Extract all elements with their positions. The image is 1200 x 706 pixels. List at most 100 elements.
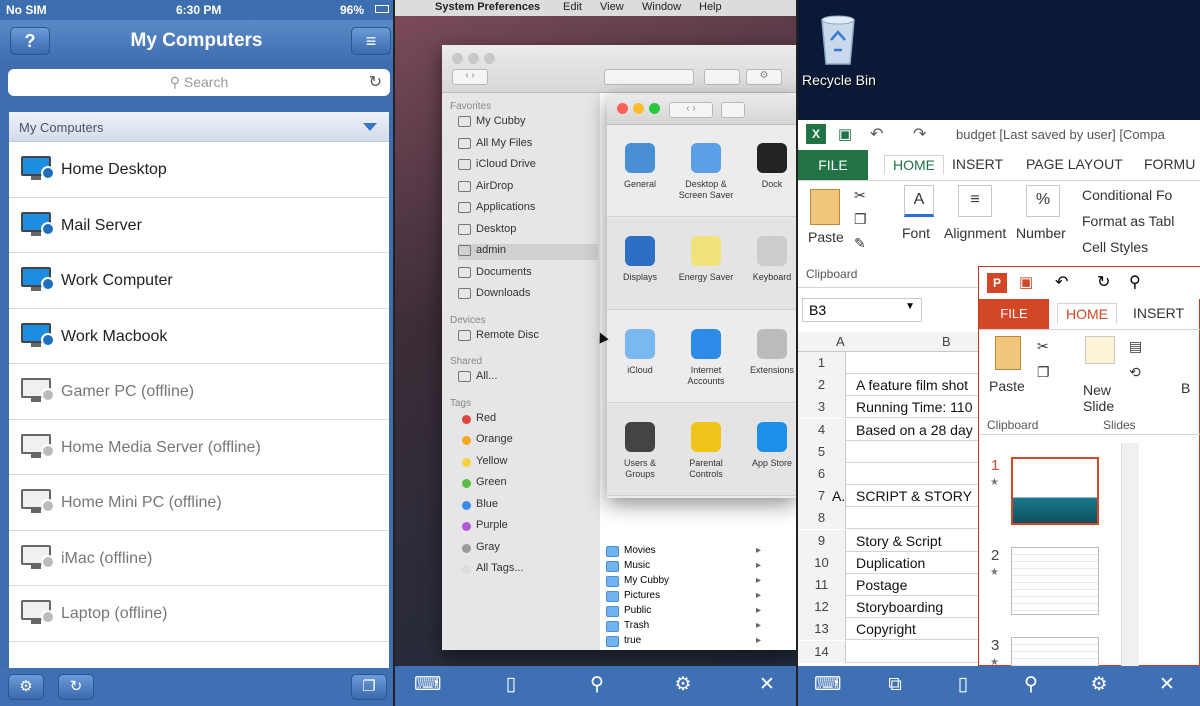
file-row[interactable]: Movies ▸ (606, 545, 761, 561)
sidebar-item[interactable]: All... (458, 370, 598, 386)
row-number[interactable]: 3 (798, 396, 846, 419)
tab-home[interactable]: HOME (884, 155, 944, 174)
sidebar-item[interactable]: My Cubby (458, 115, 598, 131)
computer-row[interactable]: Home Mini PC (offline) (9, 475, 389, 531)
sidebar-item[interactable]: Applications (458, 201, 598, 217)
collapse-icon[interactable] (363, 123, 377, 131)
bold-button[interactable]: B (1181, 380, 1190, 396)
pref-label[interactable]: Desktop & Screen Saver (676, 179, 736, 201)
format-painter-icon[interactable]: ✎ (854, 235, 866, 252)
sessions-button[interactable]: ❐ (351, 674, 387, 700)
settings-button[interactable]: ⚙ (8, 674, 44, 700)
sidebar-item[interactable]: Desktop (458, 223, 598, 239)
keyboard-icon[interactable]: ⌨ (814, 674, 841, 696)
column-header-a[interactable]: A (836, 334, 845, 349)
save-icon[interactable]: ▣ (1019, 273, 1033, 291)
pref-icon[interactable] (625, 422, 655, 452)
zoom-button[interactable] (484, 53, 495, 64)
align-icon[interactable]: ≡ (958, 185, 992, 217)
sidebar-tag[interactable]: Purple (458, 519, 598, 535)
pref-label[interactable]: App Store (742, 458, 796, 469)
pref-label[interactable]: Users & Groups (610, 458, 670, 480)
tab-home[interactable]: HOME (1057, 303, 1117, 324)
sidebar-item[interactable]: iCloud Drive (458, 158, 598, 174)
computer-row[interactable]: Home Media Server (offline) (9, 420, 389, 475)
computer-row[interactable]: Gamer PC (offline) (9, 364, 389, 420)
pref-icon[interactable] (691, 422, 721, 452)
row-number[interactable]: 13 (798, 618, 846, 641)
cell-b[interactable]: Running Time: 110 (856, 399, 972, 415)
cell-styles-button[interactable]: Cell Styles (1082, 239, 1148, 255)
cell-b[interactable]: Duplication (856, 555, 925, 571)
pref-icon[interactable] (757, 236, 787, 266)
show-all-button[interactable] (721, 102, 745, 118)
close-icon[interactable]: ✕ (754, 674, 780, 696)
sidebar-item[interactable]: Downloads (458, 287, 598, 303)
sidebar-item[interactable]: Remote Disc (458, 329, 598, 345)
cell-b[interactable]: Storyboarding (856, 599, 943, 615)
undo-icon[interactable]: ↶ (1055, 272, 1068, 292)
sidebar-item[interactable]: admin (458, 244, 598, 260)
pref-icon[interactable] (625, 236, 655, 266)
tab-file[interactable]: FILE (798, 150, 868, 180)
windows-list-icon[interactable]: ⧉ (882, 674, 908, 696)
redo-icon[interactable]: ↷ (913, 124, 926, 144)
pref-label[interactable]: General (610, 179, 670, 190)
new-slide-icon[interactable] (1085, 336, 1115, 364)
row-number[interactable]: 11 (798, 574, 846, 596)
row-number[interactable]: 4 (798, 418, 846, 441)
close-button[interactable] (452, 53, 463, 64)
row-number[interactable]: 10 (798, 551, 846, 574)
recycle-bin-icon[interactable] (816, 10, 860, 66)
tab-file[interactable]: FILE (979, 299, 1049, 329)
paste-button[interactable]: Paste (989, 378, 1025, 394)
refresh-button[interactable]: ↻ (58, 674, 94, 700)
row-number[interactable]: 14 (798, 640, 846, 663)
file-row[interactable]: Music ▸ (606, 560, 761, 576)
section-header[interactable]: My Computers (9, 112, 389, 142)
row-number[interactable]: 9 (798, 529, 846, 552)
number-button[interactable]: Number (1016, 225, 1066, 241)
menu-window[interactable]: Window (642, 1, 681, 13)
slide-thumbnail[interactable] (1011, 547, 1099, 615)
pref-label[interactable]: Dock (742, 179, 796, 190)
cut-icon[interactable]: ✂ (1037, 338, 1049, 355)
sidebar-tag[interactable]: Yellow (458, 455, 598, 471)
sidebar-tag[interactable]: All Tags... (458, 562, 598, 578)
pref-label[interactable]: iCloud (610, 365, 670, 376)
row-number[interactable]: 8 (798, 507, 846, 530)
pref-icon[interactable] (625, 329, 655, 359)
tab-insert[interactable]: INSERT (952, 156, 1003, 172)
action-button[interactable]: ⚙ (746, 69, 782, 85)
computer-row[interactable]: Laptop (offline) (9, 586, 389, 642)
zoom-button[interactable] (649, 103, 660, 114)
close-button[interactable] (617, 103, 628, 114)
file-row[interactable]: Public ▸ (606, 605, 761, 621)
pref-icon[interactable] (757, 143, 787, 173)
pref-label[interactable]: Extensions (742, 365, 796, 376)
sidebar-item[interactable]: AirDrop (458, 180, 598, 196)
copy-icon[interactable]: ❐ (854, 211, 867, 228)
cell-b[interactable]: Postage (856, 577, 907, 593)
computer-row[interactable]: Work Computer (9, 253, 389, 309)
computer-row[interactable]: Mail Server (9, 198, 389, 253)
row-number[interactable]: 6 (798, 463, 846, 485)
pref-label[interactable]: Parental Controls (676, 458, 736, 480)
file-row[interactable]: Pictures ▸ (606, 590, 761, 606)
row-number[interactable]: 2 (798, 374, 846, 397)
sidebar-item[interactable]: All My Files (458, 137, 598, 153)
clipboard-icon[interactable] (995, 336, 1021, 370)
save-icon[interactable]: ▣ (838, 125, 852, 143)
sidebar-tag[interactable]: Red (458, 412, 598, 428)
sidebar-item[interactable]: Documents (458, 266, 598, 282)
zoom-icon[interactable]: ⚲ (1018, 674, 1044, 696)
tab-page-layout[interactable]: PAGE LAYOUT (1026, 156, 1123, 172)
conditional-formatting-button[interactable]: Conditional Fo (1082, 187, 1172, 203)
column-header-b[interactable]: B (942, 334, 951, 349)
layout-icon[interactable]: ▤ (1129, 338, 1142, 355)
computer-row[interactable]: iMac (offline) (9, 531, 389, 586)
file-row[interactable]: My Cubby ▸ (606, 575, 761, 591)
computer-row[interactable]: Work Macbook (9, 309, 389, 364)
gear-icon[interactable]: ⚙ (1086, 674, 1112, 696)
row-number[interactable]: 1 (798, 352, 846, 374)
